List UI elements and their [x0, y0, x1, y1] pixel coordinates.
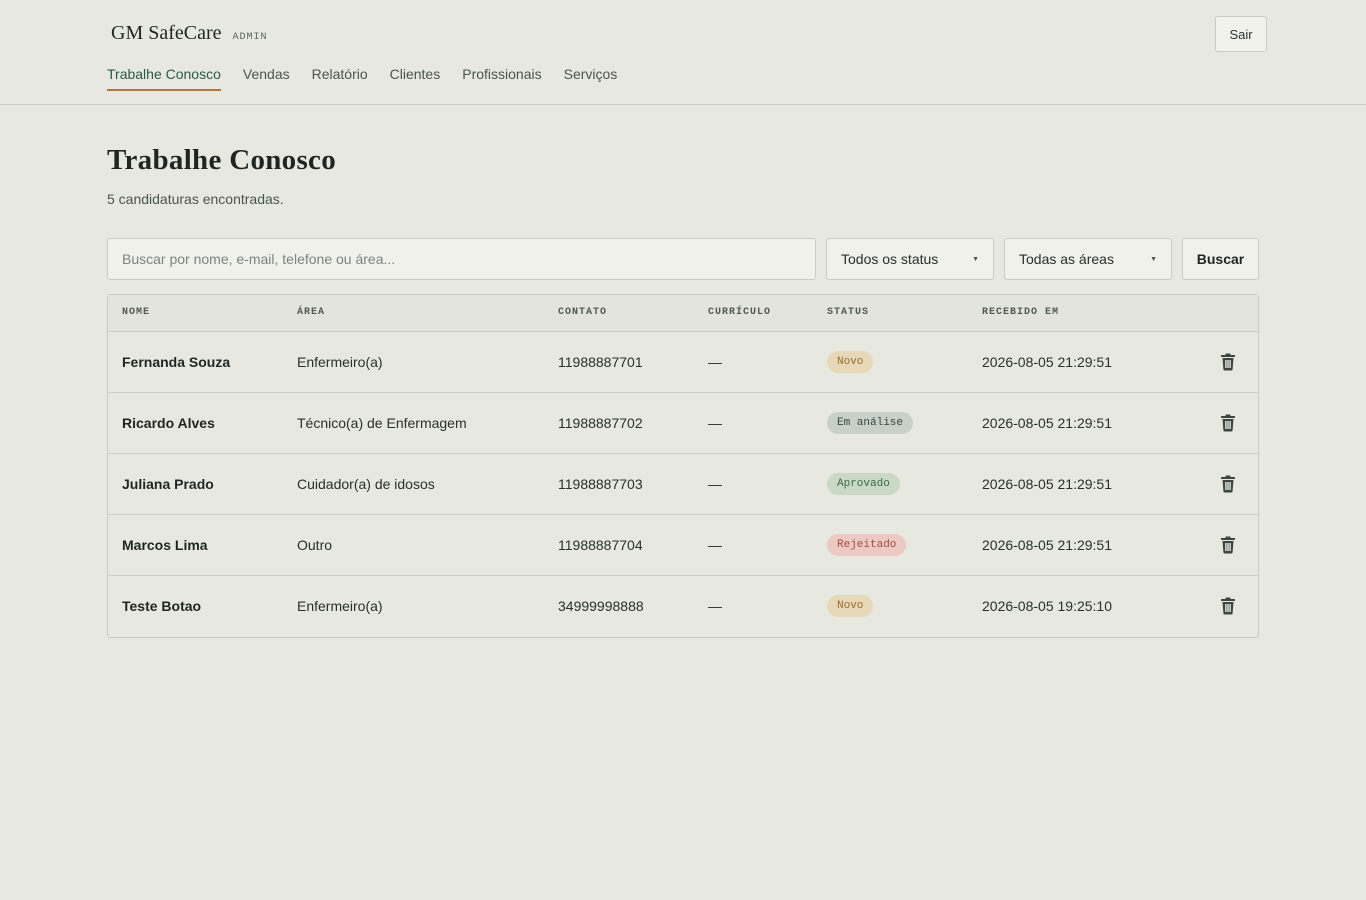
column-header-area: Área: [297, 307, 326, 318]
received-date: 2026-08-05 19:25:10: [982, 598, 1112, 614]
received-date: 2026-08-05 21:29:51: [982, 354, 1112, 370]
brand: GM SafeCare ADMIN: [111, 22, 268, 45]
applicant-cv: —: [708, 476, 722, 492]
status-cell: Em análise: [827, 393, 914, 453]
nav-tab-clientes[interactable]: Clientes: [390, 66, 441, 91]
table-row: Marcos Lima Outro 11988887704 — Rejeitado 202…: [108, 515, 1258, 576]
nav-tab-relatorio[interactable]: Relatório: [312, 66, 368, 91]
status-cell: Novo: [827, 576, 874, 636]
applicant-contact: 11988887702: [558, 415, 643, 431]
nav-tab-trabalhe-conosco[interactable]: Trabalhe Conosco: [107, 66, 221, 91]
status-cell: Aprovado: [827, 454, 900, 514]
main-nav: Trabalhe Conosco Vendas Relatório Clientes P…: [107, 66, 617, 91]
applicant-contact: 34999998888: [558, 598, 644, 614]
table-body: Fernanda Souza Enfermeiro(a) 11988887701 — N…: [108, 332, 1258, 637]
caret-down-icon: ▼: [972, 255, 979, 263]
nav-tab-servicos[interactable]: Serviços: [564, 66, 618, 91]
area-filter-select[interactable]: Todas as áreas ▼: [1004, 238, 1172, 280]
search-button[interactable]: Buscar: [1182, 238, 1259, 280]
applicant-cv: —: [708, 537, 722, 553]
area-filter-value: Todas as áreas: [1019, 251, 1114, 267]
status-filter-value: Todos os status: [841, 251, 939, 267]
trash-icon[interactable]: [1216, 594, 1240, 618]
column-header-cv: Currículo: [708, 307, 772, 318]
applicant-contact: 11988887703: [558, 476, 643, 492]
applicant-name: Fernanda Souza: [122, 354, 231, 370]
table-row: Juliana Prado Cuidador(a) de idosos 119888…: [108, 454, 1258, 515]
applicant-area: Técnico(a) de Enfermagem: [297, 415, 467, 431]
table-row: Ricardo Alves Técnico(a) de Enfermagem 119…: [108, 393, 1258, 454]
applicant-name: Teste Botao: [122, 598, 202, 614]
status-badge: Rejeitado: [827, 534, 907, 556]
applicant-area: Cuidador(a) de idosos: [297, 476, 435, 492]
applicant-cv: —: [708, 598, 722, 614]
status-badge: Aprovado: [827, 473, 900, 495]
received-date: 2026-08-05 21:29:51: [982, 537, 1112, 553]
applicant-cv: —: [708, 415, 722, 431]
received-date: 2026-08-05 21:29:51: [982, 415, 1112, 431]
status-badge: Em análise: [827, 412, 914, 434]
table-row: Fernanda Souza Enfermeiro(a) 11988887701 — N…: [108, 332, 1258, 393]
received-date: 2026-08-05 21:29:51: [982, 476, 1112, 492]
trash-icon[interactable]: [1216, 411, 1240, 435]
nav-tab-vendas[interactable]: Vendas: [243, 66, 290, 91]
delete-cell: [1216, 454, 1240, 514]
trash-icon[interactable]: [1216, 533, 1240, 557]
top-bar: GM SafeCare ADMIN Sair Trabalhe Conosco V…: [0, 0, 1366, 105]
page-title: Trabalhe Conosco: [107, 144, 337, 176]
column-header-name: Nome: [122, 307, 151, 318]
status-badge: Novo: [827, 351, 874, 373]
applicant-area: Enfermeiro(a): [297, 598, 383, 614]
brand-name: GM SafeCare: [111, 22, 222, 44]
table-row: Teste Botao Enfermeiro(a) 34999998888 — Novo…: [108, 576, 1258, 637]
column-header-contact: Contato: [558, 307, 608, 318]
delete-cell: [1216, 576, 1240, 636]
applicant-name: Marcos Lima: [122, 537, 208, 553]
applicant-area: Enfermeiro(a): [297, 354, 383, 370]
delete-cell: [1216, 332, 1240, 392]
trash-icon[interactable]: [1216, 350, 1240, 374]
nav-tab-profissionais[interactable]: Profissionais: [462, 66, 541, 91]
search-input[interactable]: [107, 238, 816, 280]
logout-button[interactable]: Sair: [1215, 16, 1267, 52]
results-count: 5 candidaturas encontradas.: [107, 191, 284, 207]
applicant-name: Juliana Prado: [122, 476, 214, 492]
delete-cell: [1216, 515, 1240, 575]
applicant-name: Ricardo Alves: [122, 415, 215, 431]
status-cell: Rejeitado: [827, 515, 907, 575]
brand-tag: ADMIN: [232, 32, 268, 43]
applicant-contact: 11988887701: [558, 354, 643, 370]
applicant-area: Outro: [297, 537, 333, 553]
trash-icon[interactable]: [1216, 472, 1240, 496]
column-header-status: Status: [827, 307, 870, 318]
applicant-cv: —: [708, 354, 722, 370]
caret-down-icon: ▼: [1150, 255, 1157, 263]
column-header-received: Recebido em: [982, 307, 1060, 318]
table-header: Nome Área Contato Currículo Status Receb…: [108, 295, 1258, 332]
applicant-contact: 11988887704: [558, 537, 643, 553]
status-filter-select[interactable]: Todos os status ▼: [826, 238, 994, 280]
applications-table: Nome Área Contato Currículo Status Receb…: [107, 294, 1259, 638]
status-badge: Novo: [827, 595, 874, 617]
delete-cell: [1216, 393, 1240, 453]
status-cell: Novo: [827, 332, 874, 392]
